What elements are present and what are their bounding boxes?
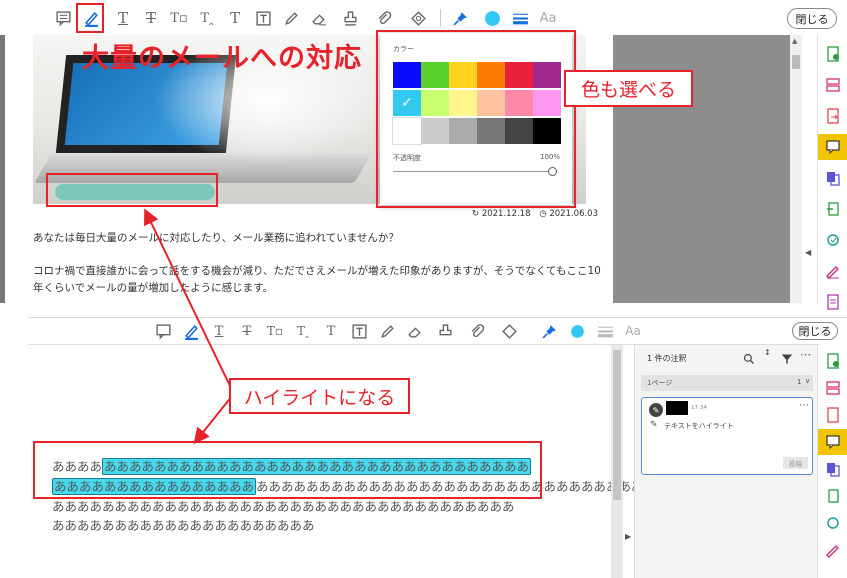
more-tools-icon[interactable]: [818, 289, 847, 315]
comments-header: 1 件の注釈: [647, 354, 687, 363]
bottom-scrollbar[interactable]: [611, 345, 623, 578]
clock-icon: ◷: [539, 209, 547, 219]
protect-icon[interactable]: [818, 510, 847, 536]
highlight-result-marker: [33, 441, 542, 499]
highlight-pen-icon[interactable]: [180, 320, 202, 342]
update-icon: ↻: [472, 209, 480, 219]
pin-icon[interactable]: [449, 7, 471, 29]
combine-files-icon[interactable]: [818, 165, 847, 191]
fill-sign-icon[interactable]: [818, 537, 847, 563]
stamp-icon[interactable]: [432, 320, 458, 342]
create-pdf-icon[interactable]: [818, 41, 847, 67]
page-label: 1ページ: [647, 379, 673, 387]
expand-panel-icon[interactable]: ▶: [625, 532, 631, 541]
export-pdf-icon[interactable]: [818, 402, 847, 428]
text-line-4: あああああああああああああああああああああ: [52, 518, 315, 533]
paragraph-2-line-2: 年くらいでメールの量が増加したように感じます。: [33, 282, 274, 294]
scroll-thumb[interactable]: [792, 55, 800, 69]
close-button-top[interactable]: 閉じる: [787, 8, 837, 29]
replace-text-icon[interactable]: T▫: [168, 7, 190, 29]
organize-pages-icon[interactable]: [818, 375, 847, 401]
page-count: 1: [797, 378, 802, 386]
close-button-bottom[interactable]: 閉じる: [792, 322, 838, 340]
pencil-icon[interactable]: [376, 320, 398, 342]
comments-panel: 1 件の注釈 ↕ ⋯ 1ページ 1 ∨ ✎ 17:34 ⋯ ✎ テキストをハイラ…: [634, 345, 817, 578]
comment-card[interactable]: ✎ 17:34 ⋯ ✎ テキストをハイライト 投稿: [641, 397, 813, 475]
top-toolbar: T T T▫ T‸ T Aa: [52, 6, 612, 30]
insert-text-icon[interactable]: T‸: [196, 7, 218, 29]
color-picker-icon[interactable]: [566, 320, 588, 342]
stamp-icon[interactable]: [336, 7, 364, 29]
pin-icon[interactable]: [538, 320, 560, 342]
color-picker-icon[interactable]: [481, 7, 503, 29]
callout-becomes-highlight: ハイライトになる: [229, 378, 410, 414]
avatar: [666, 401, 688, 415]
paragraph-2-line-1: コロナ禍で直接誰かに会って話をする機会が減り、ただでさえメールが増えた印象があり…: [33, 265, 601, 277]
date-row: ↻ 2021.12.18 ◷ 2021.06.03: [472, 209, 598, 219]
edit-pdf-icon[interactable]: [818, 196, 847, 222]
underline-text-icon[interactable]: T: [208, 320, 230, 342]
page-group-bar[interactable]: 1ページ 1 ∨: [641, 375, 813, 391]
tools-rail-bottom: [817, 345, 847, 578]
callout-color-choice: 色も選べる: [564, 70, 693, 107]
pencil-icon: ✎: [650, 420, 658, 430]
strikethrough-text-icon[interactable]: T: [140, 7, 162, 29]
tools-rail-top: [817, 35, 847, 310]
more-options-icon[interactable]: ⋯: [800, 348, 811, 361]
filter-icon[interactable]: [781, 350, 793, 369]
protect-icon[interactable]: [818, 227, 847, 253]
line-width-icon[interactable]: [509, 7, 531, 29]
comment-icon[interactable]: [52, 7, 74, 29]
export-pdf-icon[interactable]: [818, 103, 847, 129]
font-size-icon[interactable]: Aa: [537, 7, 559, 29]
shapes-icon[interactable]: [404, 7, 432, 29]
underline-text-icon[interactable]: T: [112, 7, 134, 29]
comment-tool-icon[interactable]: [818, 429, 847, 455]
paragraph-1: あなたは毎日大量のメールに対応したり、メール業務に追われていませんか？: [33, 232, 399, 244]
insert-text-icon[interactable]: T‸: [292, 320, 314, 342]
text-box-icon[interactable]: [252, 7, 274, 29]
toolbar-divider: [440, 9, 441, 27]
font-size-icon[interactable]: Aa: [622, 320, 644, 342]
strikethrough-text-icon[interactable]: T: [236, 320, 258, 342]
date-published: 2021.06.03: [549, 209, 598, 219]
date-updated: 2021.12.18: [481, 209, 531, 219]
add-text-icon[interactable]: T: [224, 7, 246, 29]
edit-pdf-icon[interactable]: [818, 483, 847, 509]
collapse-panel-icon[interactable]: ◀: [805, 248, 811, 257]
create-pdf-icon[interactable]: [818, 348, 847, 374]
shapes-icon[interactable]: [496, 320, 522, 342]
comment-icon[interactable]: [152, 320, 174, 342]
stroke-marker: [46, 173, 218, 207]
replace-text-icon[interactable]: T▫: [264, 320, 286, 342]
article-title: 大量のメールへの対応: [82, 43, 362, 74]
text-box-icon[interactable]: [348, 320, 370, 342]
scroll-thumb[interactable]: [613, 350, 621, 500]
eraser-icon[interactable]: [308, 7, 330, 29]
card-more-icon[interactable]: ⋯: [799, 400, 809, 411]
scroll-up-icon[interactable]: ▲: [792, 37, 797, 45]
comment-time: 17:34: [691, 405, 707, 411]
pencil-icon[interactable]: [280, 7, 302, 29]
popup-marker: [376, 30, 576, 208]
line-width-icon[interactable]: [594, 320, 616, 342]
chevron-down-icon[interactable]: ∨: [805, 377, 810, 385]
highlight-tool-marker: [76, 3, 104, 33]
attach-icon[interactable]: [370, 7, 398, 29]
bottom-toolbar: T T T▫ T‸ T Aa: [152, 320, 641, 342]
combine-files-icon[interactable]: [818, 456, 847, 482]
fill-sign-icon[interactable]: [818, 258, 847, 284]
search-icon[interactable]: [743, 350, 755, 369]
add-text-icon[interactable]: T: [320, 320, 342, 342]
highlight-pen-icon: ✎: [649, 403, 663, 417]
eraser-icon[interactable]: [404, 320, 426, 342]
comment-action: テキストをハイライト: [664, 422, 734, 430]
top-scrollbar[interactable]: ▲: [790, 35, 802, 303]
comment-tool-icon[interactable]: [818, 134, 847, 160]
sort-icon[interactable]: ↕: [764, 349, 771, 357]
attach-icon[interactable]: [464, 320, 490, 342]
post-button[interactable]: 投稿: [783, 457, 808, 469]
organize-pages-icon[interactable]: [818, 72, 847, 98]
